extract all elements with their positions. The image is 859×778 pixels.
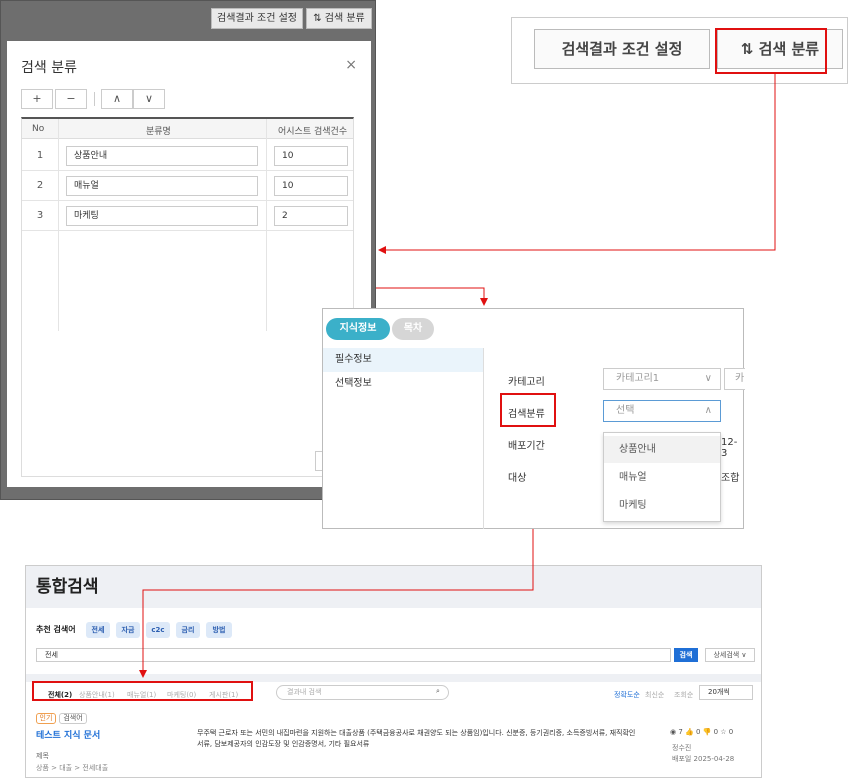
connector-arrows	[139, 74, 776, 678]
arrow-to-search	[139, 529, 534, 678]
arrow-to-form	[376, 287, 488, 306]
arrow-to-modal	[378, 74, 776, 254]
